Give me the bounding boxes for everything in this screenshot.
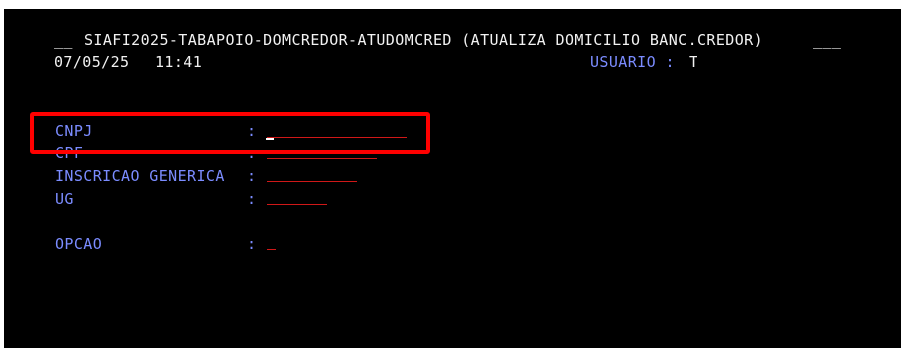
header-suffix: ___ <box>813 31 842 49</box>
opcao-field-underline[interactable] <box>267 249 276 250</box>
cnpj-highlight-box <box>30 112 430 154</box>
header-prefix: __ <box>54 31 73 49</box>
inscricao-generica-separator: : <box>247 167 257 185</box>
ug-separator: : <box>247 190 257 208</box>
usuario-masked-area <box>697 56 767 60</box>
date-display: 07/05/25 <box>54 53 130 71</box>
opcao-separator: : <box>247 235 257 253</box>
inscricao-generica-field-underline[interactable] <box>267 181 357 182</box>
ug-field-underline[interactable] <box>267 204 327 205</box>
inscricao-generica-label: INSCRICAO GENERICA <box>55 167 225 185</box>
ug-label: UG <box>55 190 74 208</box>
time-display: 11:41 <box>155 53 203 71</box>
usuario-label: USUARIO : <box>590 53 675 71</box>
opcao-label: OPCAO <box>55 235 103 253</box>
screen-title: SIAFI2025-TABAPOIO-DOMCREDOR-ATUDOMCRED … <box>84 31 764 49</box>
cpf-field-underline[interactable] <box>267 158 377 159</box>
